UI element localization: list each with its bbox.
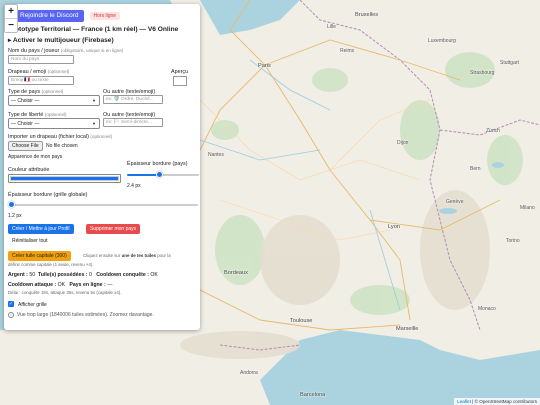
multiplayer-toggle[interactable]: ▸ Activer le multijoueur (Firebase) [8,36,114,44]
country-name-label: Nom du pays / joueur (obligatoire, uniqu… [8,48,124,54]
map-attribution: Leaflet | © OpenStreetMap contributors [454,398,540,405]
city-label: Zürich [486,128,500,134]
zoom-warning: Vue trop large (1840006 tuiles estimées)… [17,312,154,318]
city-label: Lille [327,24,336,30]
city-label: Reims [340,48,355,54]
grid-thickness-value: 1.2 px [8,213,22,219]
city-label: Luxembourg [428,38,456,44]
status-badge: Hors ligne [89,12,121,20]
freedom-type-other-input[interactable]: ex: 🏳️ Semi-directe... [103,118,163,127]
city-label: Bern [470,166,481,172]
country-type-select[interactable]: — Choisir — ▼ [8,95,100,106]
city-label: Milano [520,205,535,211]
city-label: Stuttgart [500,60,519,66]
delete-country-button[interactable]: Supprimer mon pays [86,224,141,234]
city-label: Barcelona [300,392,326,398]
appearance-heading: Apparence de mon pays [8,154,63,160]
slider-handle[interactable] [155,171,163,178]
city-label: Bordeaux [224,270,248,276]
border-thickness-label: Épaisseur bordure (pays) [127,161,188,167]
capital-note-2: définir comme capitale (1 seule, revenu … [8,262,94,267]
flag-preview-box [173,76,187,86]
discord-button[interactable]: Rejoindre le Discord [10,10,84,22]
leaflet-link[interactable]: Leaflet [457,399,471,404]
page-title: Prototype Territorial — France (1 km rée… [8,26,179,33]
city-label: Lyon [388,224,400,230]
flag-preview-label: Aperçu [171,69,189,75]
show-grid-checkbox[interactable]: ✓ [8,301,14,307]
city-label: Marseille [396,326,419,332]
create-capital-button[interactable]: Créer tuile capitale (300) [8,251,71,261]
color-swatch [10,176,119,181]
grid-thickness-label: Épaisseur bordure (grille globale) [8,192,88,198]
city-label: Toulouse [290,318,313,324]
capital-note: Cliquez ensuite sur une de tes tuiles po… [83,253,171,258]
reset-button[interactable]: Réinitialiser tout [12,238,48,244]
chevron-down-icon: ▼ [92,121,96,126]
top-row: Rejoindre le Discord Hors ligne [10,10,121,22]
color-picker[interactable] [8,174,121,183]
city-label: Strasbourg [470,70,495,76]
city-label: Dijon [397,140,409,146]
zoom-out-button[interactable]: − [5,19,17,33]
osm-attribution: | © OpenStreetMap contributors [472,399,537,404]
slider-handle[interactable] [8,201,16,208]
border-thickness-slider[interactable] [127,171,199,179]
city-label: Torino [506,238,520,244]
choose-file-button[interactable]: Choose File [8,141,43,151]
city-label: Bruxelles [355,12,379,18]
chevron-down-icon: ▼ [92,98,96,103]
grid-thickness-slider[interactable] [8,201,198,209]
show-grid-label: Afficher grille [18,302,47,308]
zoom-control: + − [4,4,18,33]
color-label: Couleur attribuée [8,167,50,173]
city-label: Genève [446,199,464,205]
city-label: Nantes [208,152,224,158]
stats-line-1: Argent : 50 Tuile(s) possédées : 0 Coold… [8,272,158,278]
flag-input[interactable]: Emoji 🇫🇷 ou texte [8,76,74,85]
country-name-input[interactable]: Nom du pays [8,55,74,64]
flag-label: Drapeau / emoji (optionnel) [8,69,70,75]
city-label: Andorra [240,370,258,376]
freedom-type-select[interactable]: — Choisir — ▼ [8,118,100,129]
create-update-profile-button[interactable]: Créer / Mettre à jour Profil [8,224,74,234]
file-status: No file chosen [46,143,78,149]
import-flag-label: Importer un drapeau (fichier local) (opt… [8,134,113,140]
info-icon: i [8,312,14,318]
border-thickness-value: 2.4 px [127,183,141,189]
zoom-in-button[interactable]: + [5,5,17,19]
country-type-other-input[interactable]: ex: 🛡️ Ordre, Duché... [103,95,163,104]
city-label: Paris [258,63,271,69]
delay-note: Délai : conquête 18s, attaque 35s, reven… [8,290,122,295]
city-label: Monaco [478,306,496,312]
stats-line-2: Cooldown attaque : OK Pays en ligne : — [8,282,113,288]
